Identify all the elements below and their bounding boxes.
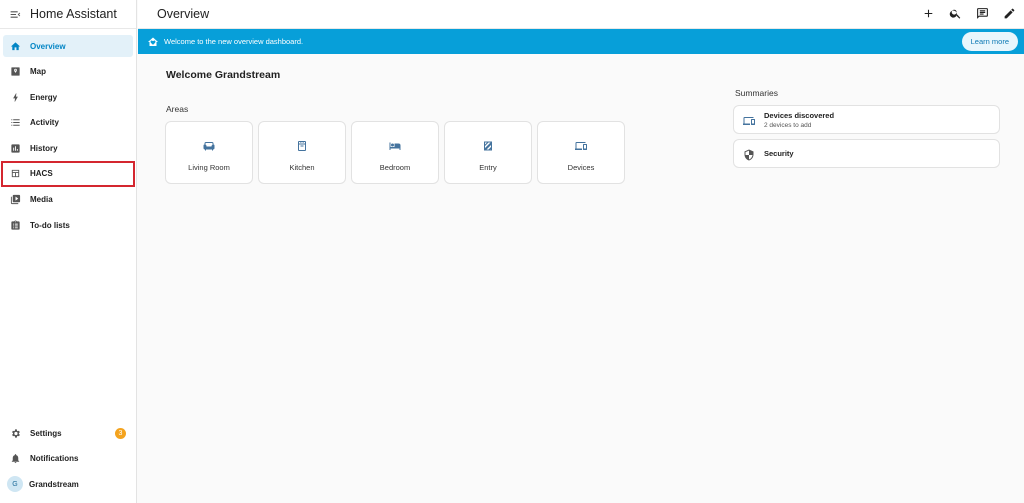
lightning-icon — [10, 92, 21, 103]
assist-button[interactable] — [975, 6, 989, 20]
settings-badge: 3 — [115, 428, 126, 440]
areas-grid: Living Room Kitchen Bedroom Entry Device… — [165, 121, 625, 184]
home-heart-icon — [148, 37, 158, 46]
sidebar-item-notifications[interactable]: Notifications — [3, 448, 134, 470]
plus-icon — [924, 9, 932, 17]
sidebar-item-history[interactable]: History — [3, 137, 133, 159]
sidebar-item-settings[interactable]: Settings 3 — [3, 422, 134, 444]
bed-icon — [389, 139, 401, 151]
sidebar-item-activity[interactable]: Activity — [3, 112, 133, 134]
sidebar-item-label: Activity — [30, 118, 59, 128]
media-icon — [10, 194, 21, 205]
list-icon — [10, 117, 21, 128]
summary-title: Devices discovered — [764, 110, 835, 120]
devices-icon — [575, 139, 587, 151]
sidebar-header: Home Assistant — [0, 0, 136, 29]
topbar: Overview — [138, 0, 1024, 29]
area-label: Kitchen — [289, 163, 315, 172]
map-icon — [10, 66, 21, 77]
app-title: Home Assistant — [30, 7, 117, 21]
area-card-bedroom[interactable]: Bedroom — [351, 121, 439, 184]
home-icon — [10, 41, 21, 52]
clipboard-icon — [10, 220, 21, 231]
shield-icon — [743, 148, 755, 160]
sidebar-item-label: To-do lists — [30, 220, 70, 230]
sidebar-item-label: Overview — [30, 41, 66, 51]
page-title: Overview — [157, 7, 210, 21]
area-label: Entry — [479, 163, 497, 172]
sidebar-item-label: Energy — [30, 92, 58, 102]
edit-button[interactable] — [1002, 6, 1016, 20]
area-label: Bedroom — [379, 163, 411, 172]
summaries-heading: Summaries — [735, 88, 778, 98]
sidebar-item-map[interactable]: Map — [3, 61, 133, 83]
area-label: Devices — [567, 163, 595, 172]
sidebar-item-label: HACS — [30, 169, 53, 179]
entry-icon — [482, 139, 494, 151]
summary-subtitle: 2 devices to add — [764, 121, 812, 129]
sidebar-item-energy[interactable]: Energy — [3, 86, 133, 108]
chat-icon — [976, 7, 988, 19]
stove-icon — [296, 139, 308, 151]
sidebar: Home Assistant Overview Map Energy Activ… — [0, 0, 137, 503]
hacs-icon — [10, 168, 21, 179]
sidebar-item-user[interactable]: G Grandstream — [3, 473, 134, 495]
devices-discovered-icon — [743, 114, 755, 126]
sidebar-item-overview[interactable]: Overview — [3, 35, 133, 57]
sidebar-item-hacs[interactable]: HACS — [1, 160, 135, 187]
sidebar-item-todo-lists[interactable]: To-do lists — [3, 214, 133, 236]
sidebar-item-label: Grandstream — [29, 479, 79, 489]
summary-card-devices-discovered[interactable]: Devices discovered 2 devices to add — [733, 105, 1000, 134]
search-button[interactable] — [948, 6, 962, 20]
gear-icon — [10, 428, 21, 439]
chart-icon — [10, 143, 21, 154]
sidebar-item-label: Map — [30, 67, 46, 77]
avatar: G — [7, 476, 23, 493]
add-button[interactable] — [921, 6, 935, 20]
pencil-icon — [1004, 8, 1014, 18]
area-label: Living Room — [188, 163, 230, 172]
learn-more-button[interactable]: Learn more — [961, 32, 1018, 51]
welcome-banner: Welcome to the new overview dashboard. L… — [138, 29, 1024, 54]
area-card-living-room[interactable]: Living Room — [165, 121, 253, 184]
banner-text: Welcome to the new overview dashboard. — [164, 37, 304, 46]
sidebar-item-label: Media — [30, 195, 53, 205]
sidebar-item-label: Settings — [30, 428, 62, 438]
search-icon — [949, 9, 960, 19]
welcome-heading: Welcome Grandstream — [166, 69, 281, 81]
sidebar-item-media[interactable]: Media — [3, 189, 133, 211]
summary-title: Security — [764, 149, 794, 158]
sofa-icon — [203, 139, 215, 151]
areas-heading: Areas — [166, 104, 189, 114]
summary-card-security[interactable]: Security — [733, 139, 1000, 168]
bell-icon — [10, 453, 21, 464]
area-card-kitchen[interactable]: Kitchen — [258, 121, 346, 184]
sidebar-item-label: Notifications — [30, 454, 79, 464]
menu-collapse-icon[interactable] — [9, 8, 22, 21]
area-card-devices[interactable]: Devices — [537, 121, 625, 184]
area-card-entry[interactable]: Entry — [444, 121, 532, 184]
sidebar-item-label: History — [30, 143, 58, 153]
